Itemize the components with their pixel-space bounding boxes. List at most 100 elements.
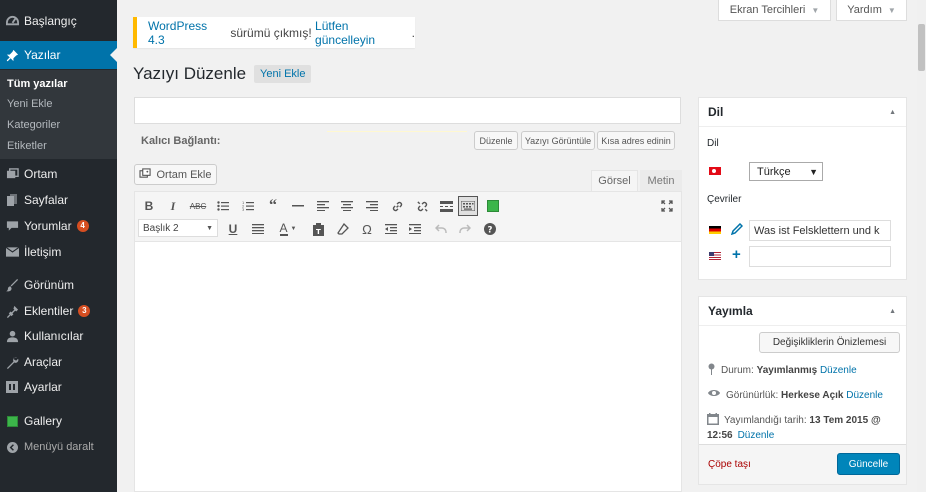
menu-pages[interactable]: Sayfalar: [0, 187, 117, 213]
collapse-arrow-icon[interactable]: ▲: [889, 308, 896, 315]
redo-icon[interactable]: [455, 219, 475, 239]
menu-tools[interactable]: Araçlar: [0, 349, 117, 375]
special-char-icon[interactable]: Ω: [357, 219, 377, 239]
horizontal-rule-icon[interactable]: [288, 196, 308, 216]
menu-label: Kullanıcılar: [24, 329, 84, 343]
submenu-add-new[interactable]: Yeni Ekle: [7, 98, 52, 110]
update-button[interactable]: Güncelle: [837, 453, 900, 475]
outdent-icon[interactable]: [381, 219, 401, 239]
status-edit-link[interactable]: Düzenle: [820, 365, 857, 376]
align-left-icon[interactable]: [313, 196, 333, 216]
text-color-icon[interactable]: A ▼: [273, 219, 303, 239]
mail-icon: [0, 247, 24, 257]
bullet-list-icon[interactable]: [213, 196, 233, 216]
settings-icon: [0, 381, 24, 393]
plugin-icon: [0, 305, 24, 318]
tab-visual[interactable]: Görsel: [591, 170, 638, 191]
editor-content-area[interactable]: [134, 242, 682, 492]
post-title-input[interactable]: [134, 97, 681, 124]
add-media-button[interactable]: Ortam Ekle: [134, 164, 217, 185]
menu-users[interactable]: Kullanıcılar: [0, 323, 117, 349]
edit-pencil-icon[interactable]: [730, 222, 744, 238]
scrollbar-thumb[interactable]: [918, 24, 925, 71]
bold-icon[interactable]: B: [139, 196, 159, 216]
menu-label: Ayarlar: [24, 380, 62, 394]
blockquote-icon[interactable]: “: [263, 196, 283, 216]
dashboard-icon: [0, 15, 24, 28]
help-button[interactable]: Yardım ▼: [836, 0, 907, 21]
align-center-icon[interactable]: [337, 196, 357, 216]
submenu-tags[interactable]: Etiketler: [7, 140, 47, 152]
visibility-value: Herkese Açık: [781, 390, 844, 401]
move-to-trash-link[interactable]: Çöpe taşı: [708, 459, 751, 470]
pages-icon: [0, 193, 24, 207]
fullscreen-icon[interactable]: [657, 196, 677, 216]
menu-dashboard[interactable]: Başlangıç: [0, 8, 117, 34]
menu-media[interactable]: Ortam: [0, 161, 117, 187]
publish-box-header[interactable]: Yayımla ▲: [699, 297, 906, 326]
strikethrough-icon[interactable]: ABC: [188, 196, 208, 216]
view-post-button[interactable]: Yazıyı Görüntüle: [521, 131, 595, 150]
align-right-icon[interactable]: [362, 196, 382, 216]
paste-text-icon[interactable]: T: [308, 219, 328, 239]
menu-label: Araçlar: [24, 355, 63, 369]
add-media-label: Ortam Ekle: [156, 168, 212, 181]
submenu-categories[interactable]: Kategoriler: [7, 119, 60, 131]
add-new-button[interactable]: Yeni Ekle: [254, 65, 312, 83]
visibility-row: Görünürlük: Herkese Açık Düzenle: [707, 388, 883, 403]
link-icon[interactable]: [387, 196, 407, 216]
menu-label: Yorumlar: [24, 219, 72, 233]
svg-text:T: T: [316, 228, 321, 236]
help-icon[interactable]: ?: [480, 219, 500, 239]
date-edit-link[interactable]: Düzenle: [738, 428, 775, 443]
wordpress-version-link[interactable]: WordPress 4.3: [148, 19, 227, 47]
screen-options-button[interactable]: Ekran Tercihleri ▼: [718, 0, 831, 21]
date-label: Yayımlandığı tarih:: [724, 415, 807, 426]
update-now-link[interactable]: Lütfen güncelleyin: [315, 19, 412, 47]
menu-posts[interactable]: Yazılar: [0, 41, 117, 69]
undo-icon[interactable]: [431, 219, 451, 239]
green-square-icon[interactable]: [483, 196, 503, 216]
read-more-icon[interactable]: [436, 196, 456, 216]
add-plus-icon[interactable]: +: [732, 247, 741, 262]
shortlink-button[interactable]: Kısa adres edinin: [597, 131, 675, 150]
turkey-flag-icon: [709, 167, 721, 175]
language-box-header[interactable]: Dil ▲: [699, 98, 906, 127]
menu-label: Eklentiler: [24, 304, 74, 318]
toolbar-toggle-icon[interactable]: [458, 196, 478, 216]
visibility-edit-link[interactable]: Düzenle: [846, 390, 883, 401]
menu-comments[interactable]: Yorumlar 4: [0, 213, 117, 239]
indent-icon[interactable]: [405, 219, 425, 239]
format-select[interactable]: Başlık 2 ▼: [138, 219, 218, 237]
tab-text[interactable]: Metin: [640, 170, 682, 191]
unlink-icon[interactable]: [412, 196, 432, 216]
english-translation-input[interactable]: [749, 246, 891, 267]
menu-appearance[interactable]: Görünüm: [0, 272, 117, 298]
clear-format-icon[interactable]: [333, 219, 353, 239]
us-flag-icon: [709, 252, 721, 260]
italic-icon[interactable]: I: [163, 196, 183, 216]
time-row: 12:56 Düzenle: [707, 428, 774, 443]
submenu-all-posts[interactable]: Tüm yazılar: [7, 78, 68, 90]
collapse-arrow-icon[interactable]: ▲: [889, 109, 896, 116]
language-select[interactable]: Türkçe ▼: [749, 162, 823, 181]
underline-icon[interactable]: U: [223, 219, 243, 239]
media-icon: [0, 168, 24, 180]
justify-icon[interactable]: [248, 219, 268, 239]
language-box: Dil ▲ Dil Türkçe ▼ Çevriler Was ist Fels…: [698, 97, 907, 280]
menu-collapse[interactable]: Menüyü daralt: [0, 434, 117, 460]
german-translation-input[interactable]: Was ist Felsklettern und k: [749, 220, 891, 241]
menu-settings[interactable]: Ayarlar: [0, 374, 117, 400]
comments-count-badge: 4: [76, 220, 89, 232]
preview-changes-button[interactable]: Değişikliklerin Önizlemesi: [759, 332, 900, 353]
caret-down-icon: ▼: [887, 5, 896, 15]
admin-sidebar: Başlangıç Yazılar Tüm yazılar Yeni Ekle …: [0, 0, 117, 492]
numbered-list-icon[interactable]: 123: [238, 196, 258, 216]
menu-gallery[interactable]: Gallery: [0, 408, 117, 434]
translations-label: Çevriler: [707, 194, 742, 205]
menu-contact[interactable]: İletişim: [0, 239, 117, 265]
page-scrollbar[interactable]: [917, 0, 926, 492]
chevron-down-icon: ▼: [809, 166, 818, 177]
permalink-edit-button[interactable]: Düzenle: [474, 131, 518, 150]
menu-plugins[interactable]: Eklentiler 3: [0, 298, 117, 324]
